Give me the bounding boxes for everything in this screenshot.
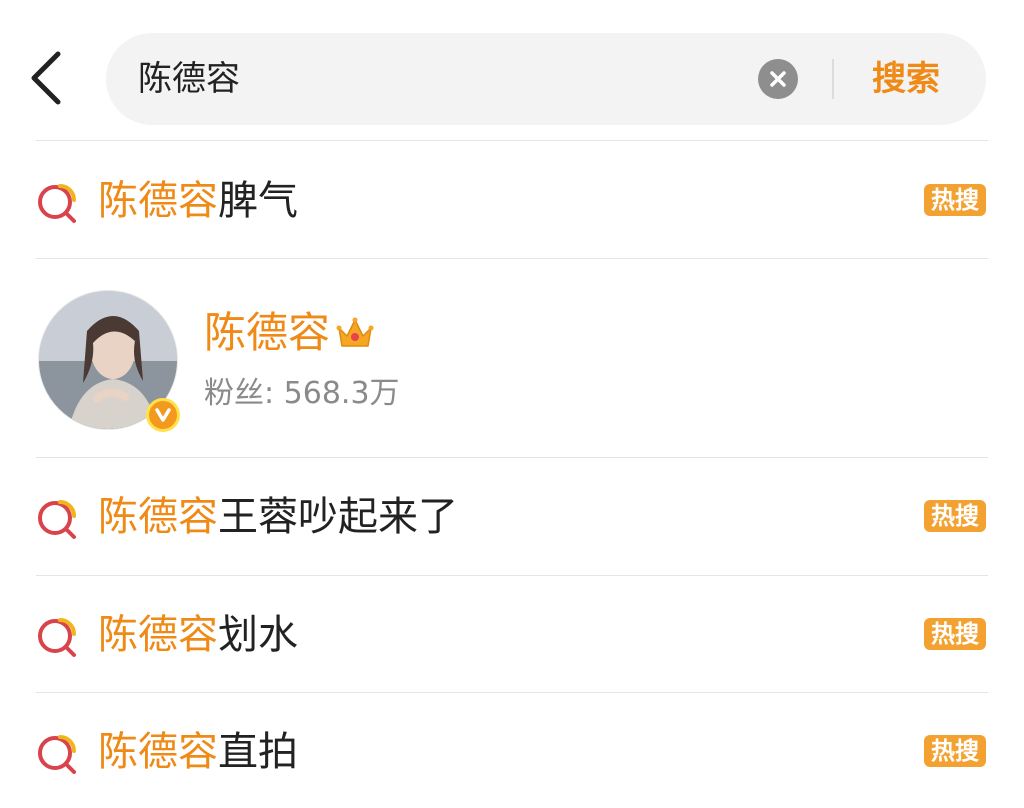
hot-search-badge: 热搜 bbox=[924, 735, 986, 767]
clear-button[interactable] bbox=[758, 59, 798, 99]
back-button[interactable] bbox=[22, 46, 70, 110]
search-swirl-icon bbox=[38, 618, 76, 657]
user-name: 陈德容 bbox=[204, 308, 331, 357]
crown-icon bbox=[336, 317, 374, 347]
suggestion-text: 陈德容直拍 bbox=[98, 727, 298, 777]
query-highlight: 陈德容 bbox=[98, 729, 218, 775]
search-page: 陈德容 搜索 陈德容脾气 热搜 陈德容 粉丝: 568.3万 陈德容王蓉吵起来了… bbox=[0, 0, 1024, 808]
suggestion-rest: 划水 bbox=[218, 612, 298, 658]
suggestion-rest: 脾气 bbox=[218, 178, 298, 224]
search-input[interactable]: 陈德容 bbox=[138, 33, 240, 125]
suggestion-text: 陈德容脾气 bbox=[98, 176, 298, 226]
suggestion-row[interactable]: 陈德容划水 热搜 bbox=[0, 576, 1024, 692]
verified-v-icon bbox=[146, 398, 180, 432]
search-bar: 陈德容 搜索 bbox=[106, 33, 986, 125]
query-highlight: 陈德容 bbox=[98, 178, 218, 224]
divider bbox=[36, 140, 988, 141]
divider bbox=[832, 59, 834, 99]
search-swirl-icon bbox=[38, 735, 76, 774]
hot-search-badge: 热搜 bbox=[924, 618, 986, 650]
suggestion-rest: 王蓉吵起来了 bbox=[218, 494, 458, 540]
hot-search-badge: 热搜 bbox=[924, 184, 986, 216]
user-result-card[interactable]: 陈德容 粉丝: 568.3万 bbox=[0, 260, 1024, 456]
search-swirl-icon bbox=[38, 184, 76, 223]
query-highlight: 陈德容 bbox=[98, 494, 218, 540]
suggestion-rest: 直拍 bbox=[218, 729, 298, 775]
suggestion-row[interactable]: 陈德容脾气 热搜 bbox=[0, 142, 1024, 258]
search-swirl-icon bbox=[38, 500, 76, 539]
suggestion-text: 陈德容王蓉吵起来了 bbox=[98, 492, 458, 542]
hot-search-badge: 热搜 bbox=[924, 500, 986, 532]
suggestion-text: 陈德容划水 bbox=[98, 610, 298, 660]
suggestion-row[interactable]: 陈德容王蓉吵起来了 热搜 bbox=[0, 458, 1024, 574]
chevron-left-icon bbox=[31, 51, 61, 105]
divider bbox=[36, 258, 988, 259]
close-icon bbox=[770, 71, 786, 87]
fans-count: 粉丝: 568.3万 bbox=[204, 376, 400, 411]
suggestion-row[interactable]: 陈德容直拍 热搜 bbox=[0, 693, 1024, 808]
search-button[interactable]: 搜索 bbox=[872, 33, 940, 125]
query-highlight: 陈德容 bbox=[98, 612, 218, 658]
